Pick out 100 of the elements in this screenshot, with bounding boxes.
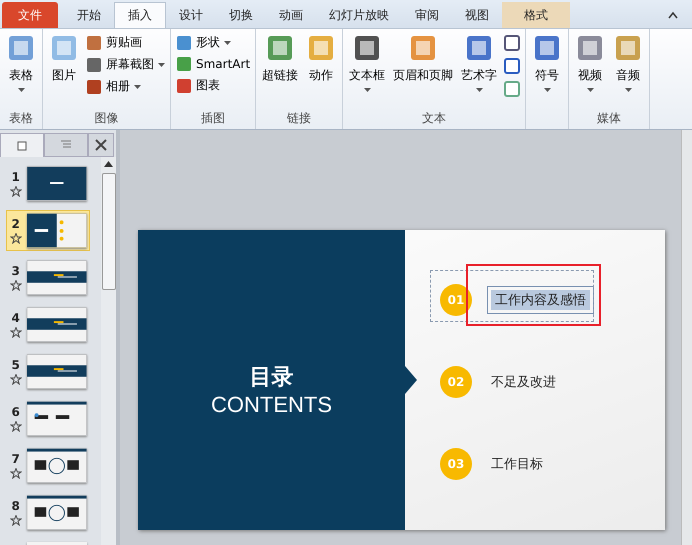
slide-thumbnail-row[interactable]: 1 [6,163,90,204]
ribbon-button[interactable]: 屏幕截图 [84,55,167,74]
ribbon-button[interactable]: 文本框 [346,31,388,109]
ribbon-icon [49,33,79,63]
ribbon-tab[interactable]: 设计 [166,2,216,28]
slide-number: 1 [12,170,20,184]
slides-tab[interactable] [0,133,44,157]
group-label: 链接 [286,110,312,127]
ribbon-button[interactable]: 符号 [529,31,566,109]
scrollbar[interactable] [681,130,692,545]
slide-number: 8 [12,499,20,513]
close-icon[interactable] [88,133,114,157]
caret-icon [364,88,371,92]
ribbon-icon [86,34,102,50]
ribbon-icon [6,33,36,63]
ribbon-button[interactable]: 页眉和页脚 [390,31,456,109]
slide-thumbnail [27,448,87,483]
agenda-text[interactable]: 不足及改进 [487,372,560,392]
lines-icon [60,140,72,150]
collapse-ribbon-icon[interactable] [668,11,678,19]
ribbon-button[interactable]: 动作 [303,31,340,109]
ribbon-button[interactable]: SmartArt [174,55,252,73]
slide-thumbnail-row[interactable]: 8 [6,492,90,533]
caret-icon [624,88,632,92]
ribbon-button[interactable]: 艺术字 [458,31,500,109]
group-label: 媒体 [596,110,622,127]
slide-thumbnail [27,401,87,436]
number-circle: 02 [440,366,472,398]
caret-icon [544,88,551,92]
ribbon-icon [176,56,192,72]
caret-icon [586,88,594,92]
ribbon-tab[interactable]: 视图 [452,2,502,28]
slide-number: 4 [12,311,20,325]
ribbon-button[interactable]: 图片 [46,31,82,109]
caret-icon [158,62,165,66]
slide-number: 3 [12,264,20,278]
ribbon-button[interactable]: 相册 [84,77,167,96]
ribbon-tab[interactable]: 开始 [64,2,114,28]
ribbon-button[interactable]: 剪贴画 [84,33,167,52]
agenda-text[interactable]: 工作内容及感悟 [491,290,590,310]
slide-title: 目录 [250,364,294,392]
star-icon [10,233,22,244]
ribbon-button[interactable]: 超链接 [259,31,302,109]
ribbon-button[interactable]: 图表 [174,76,252,95]
star-icon [10,421,22,432]
ribbon-tab[interactable]: 格式 [502,2,570,28]
star-icon [10,280,22,291]
slide-thumbnail [27,260,87,295]
slide-number: 6 [12,405,20,419]
slide-number: 5 [12,358,20,372]
slide-number: 7 [12,452,20,466]
ribbon-button[interactable]: 音频 [610,31,646,109]
slide-thumbnail-row[interactable]: 3 [6,257,90,298]
ribbon-tab[interactable]: 动画 [266,2,316,28]
ribbon-icon [176,34,192,50]
caret-icon [224,40,231,44]
ribbon-button[interactable]: 表格 [3,31,39,109]
caret-icon [134,84,141,88]
scroll-up-icon[interactable] [104,161,113,167]
caret-icon [18,88,24,92]
slide-thumbnail-row[interactable]: 2 [6,210,90,251]
scrollbar[interactable] [101,157,116,545]
group-label: 文本 [421,110,448,127]
group-label: 表格 [8,110,34,127]
slide-thumbnail [27,166,87,201]
ribbon-icon [176,78,192,94]
ribbon-icon-button[interactable] [502,56,522,76]
ribbon-tab[interactable]: 幻灯片放映 [316,2,402,28]
star-icon [10,468,22,479]
slide-thumbnail-row[interactable]: 4 [6,304,90,345]
star-icon [10,515,22,526]
slide-icon [17,140,27,150]
outline-tab[interactable] [44,133,88,157]
slide-thumbnail [27,354,87,389]
star-icon [10,327,22,338]
ribbon-icon [86,78,102,94]
group-label: 图像 [94,110,120,127]
star-icon [10,374,22,385]
slide-thumbnail [27,213,87,248]
ribbon-tab[interactable]: 审阅 [402,2,452,28]
group-label: 插图 [200,110,226,127]
slide-thumbnail-row[interactable]: 6 [6,398,90,439]
ribbon-icon [86,56,102,72]
ribbon-tab[interactable]: 切换 [216,2,266,28]
number-circle: 03 [440,448,472,480]
slide-number: 2 [12,217,20,231]
slide-subtitle: CONTENTS [211,392,332,418]
ribbon-tab[interactable]: 插入 [114,2,166,28]
slide-thumbnail-row[interactable]: 5 [6,351,90,392]
agenda-text[interactable]: 工作目标 [487,454,547,474]
ribbon-icon-button[interactable] [502,33,522,53]
ribbon-button[interactable]: 形状 [174,33,252,52]
caret-icon [476,88,483,92]
slide-thumbnail [27,495,87,530]
star-icon [10,186,22,197]
ribbon-tab[interactable]: 文件 [2,2,58,28]
slide-thumbnail [27,307,87,342]
slide-thumbnail-row[interactable]: 7 [6,445,90,486]
ribbon-button[interactable]: 视频 [572,31,608,109]
number-circle: 01 [440,284,472,316]
